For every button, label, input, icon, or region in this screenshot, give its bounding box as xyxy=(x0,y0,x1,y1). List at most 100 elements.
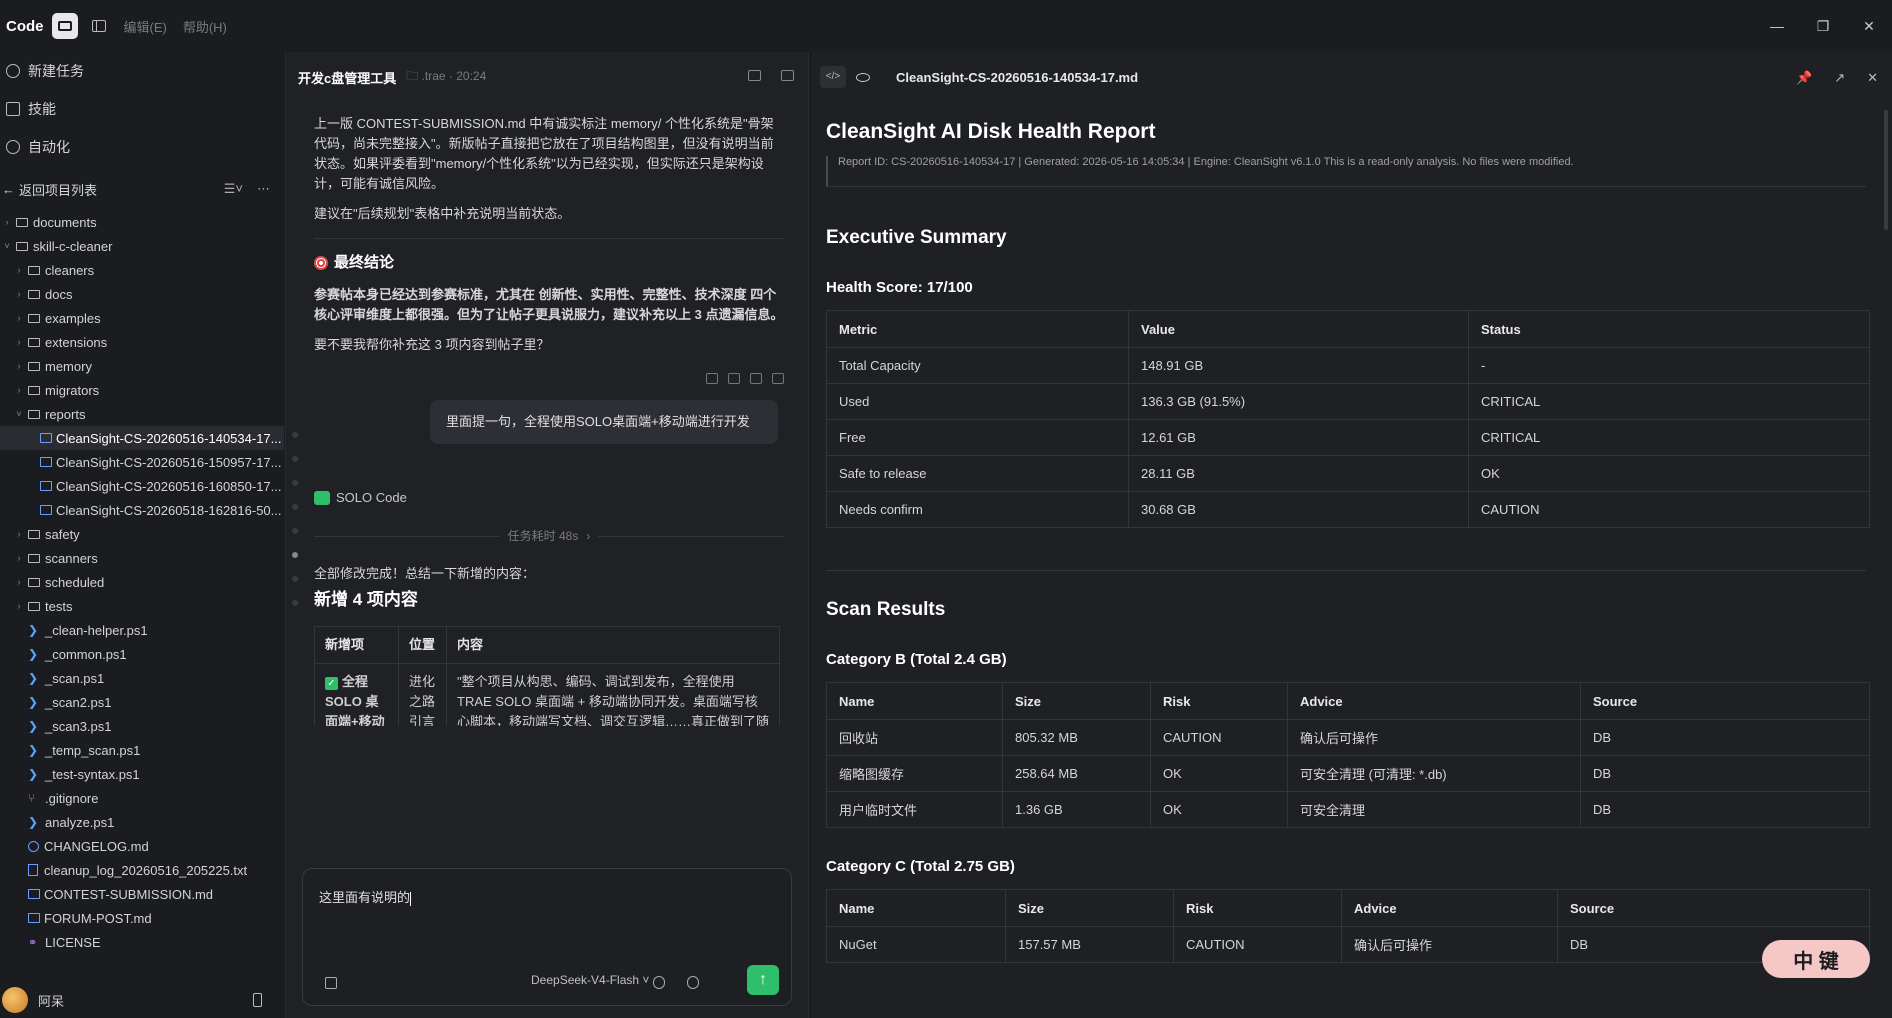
restore-icon[interactable]: ❐ xyxy=(1800,18,1846,35)
close-panel-icon[interactable]: ✕ xyxy=(1867,70,1878,86)
tree-file[interactable]: CleanSight-CS-20260516-150957-17... xyxy=(0,450,284,474)
tree-folder[interactable]: ˅ skill-c-cleaner xyxy=(0,234,284,258)
col-header: Advice xyxy=(1287,682,1581,720)
col-header: Risk xyxy=(1150,682,1288,720)
timeline-dot[interactable] xyxy=(292,456,298,462)
timeline-dot[interactable] xyxy=(292,504,298,510)
code-view-icon[interactable]: </> xyxy=(820,66,846,88)
close-icon[interactable]: ✕ xyxy=(1846,18,1892,35)
timeline-dot[interactable] xyxy=(292,480,298,486)
nav-new-task[interactable]: 新建任务 xyxy=(0,52,284,90)
tree-folder[interactable]: › examples xyxy=(0,306,284,330)
tree-item-label: CHANGELOG.md xyxy=(44,838,149,854)
tree-file[interactable]: ❯ _common.ps1 xyxy=(0,642,284,666)
nav-automation[interactable]: 自动化 xyxy=(0,128,284,166)
tree-folder[interactable]: › migrators xyxy=(0,378,284,402)
tree-folder[interactable]: › cleaners xyxy=(0,258,284,282)
task-duration[interactable]: 任务耗时 48s › xyxy=(314,526,784,546)
send-button[interactable]: ↑ xyxy=(747,965,779,995)
thumbs-up-icon[interactable] xyxy=(706,373,718,384)
divider xyxy=(314,238,784,239)
more-icon[interactable]: ⋯ xyxy=(257,181,270,197)
nav-label: 技能 xyxy=(28,101,56,117)
timeline-dot[interactable] xyxy=(292,576,298,582)
tree-file[interactable]: CleanSight-CS-20260518-162816-50... xyxy=(0,498,284,522)
nav-skills[interactable]: 技能 xyxy=(0,90,284,128)
powershell-file-icon: ❯ xyxy=(28,623,39,637)
message-actions xyxy=(314,373,784,384)
category-b-table: Name Size Risk Advice Source 回收站 805.32 MB CAUT… xyxy=(826,682,1870,828)
chat-input-box[interactable]: 这里面有说明的 DeepSeek-V4-Flash ˅ ↑ xyxy=(302,868,792,1006)
model-selector[interactable]: DeepSeek-V4-Flash ˅ xyxy=(531,973,649,987)
tree-item-label: _common.ps1 xyxy=(45,646,127,662)
tree-folder[interactable]: › tests xyxy=(0,594,284,618)
expand-icon[interactable]: ↗ xyxy=(1834,70,1845,86)
user-profile[interactable]: 阿呆 xyxy=(0,982,284,1018)
tree-file[interactable]: CleanSight-CS-20260516-160850-17... xyxy=(0,474,284,498)
mobile-icon[interactable] xyxy=(253,993,262,1007)
attach-icon[interactable] xyxy=(325,977,337,989)
scrollbar[interactable] xyxy=(1884,110,1888,230)
retry-icon[interactable] xyxy=(772,373,784,384)
terminal-icon[interactable] xyxy=(748,70,761,81)
tree-file[interactable]: ❯ _scan3.ps1 xyxy=(0,714,284,738)
tree-file[interactable]: ⚭ LICENSE xyxy=(0,930,284,954)
tree-file[interactable]: CHANGELOG.md xyxy=(0,834,284,858)
tree-file[interactable]: CONTEST-SUBMISSION.md xyxy=(0,882,284,906)
pin-icon[interactable]: 📌 xyxy=(1796,70,1812,86)
markdown-file-icon xyxy=(40,505,52,515)
chevron-down-icon: ˅ xyxy=(642,973,650,987)
menu-help[interactable]: 帮助(H) xyxy=(183,17,227,36)
tree-file[interactable]: ⑂ .gitignore xyxy=(0,786,284,810)
list-icon[interactable] xyxy=(781,70,794,81)
tree-file[interactable]: ❯ _scan2.ps1 xyxy=(0,690,284,714)
timeline-dot[interactable] xyxy=(292,528,298,534)
tree-file[interactable]: ❯ _temp_scan.ps1 xyxy=(0,738,284,762)
tree-file[interactable]: ❯ _scan.ps1 xyxy=(0,666,284,690)
tree-file[interactable]: FORUM-POST.md xyxy=(0,906,284,930)
new-items-table-wrap: 新增项 位置 内容 ✓全程 SOLO 桌面端+移动端开发 进化之路引言 "整个项… xyxy=(314,626,784,726)
powershell-file-icon: ❯ xyxy=(28,743,39,757)
minimize-icon[interactable]: — xyxy=(1754,18,1800,34)
table-row: 回收站 805.32 MB CAUTION 确认后可操作 DB xyxy=(826,719,1870,756)
ime-badge[interactable]: 中 键 xyxy=(1762,940,1870,978)
col-header: Status xyxy=(1468,310,1870,348)
tree-item-label: cleaners xyxy=(45,262,95,278)
table-cell: 148.91 GB xyxy=(1128,347,1469,384)
table-cell: 30.68 GB xyxy=(1128,491,1469,528)
tree-view-options-icon[interactable]: ☰˅ xyxy=(224,181,243,197)
tree-file[interactable]: CleanSight-CS-20260516-140534-17... xyxy=(0,426,284,450)
timeline-dot[interactable] xyxy=(292,552,298,558)
table-cell: DB xyxy=(1580,755,1870,792)
tree-folder[interactable]: › extensions xyxy=(0,330,284,354)
chat-input[interactable]: 这里面有说明的 xyxy=(319,887,412,906)
powershell-file-icon: ❯ xyxy=(28,647,39,661)
toggle-sidebar-icon[interactable] xyxy=(91,20,106,32)
menu-edit[interactable]: 编辑(E) xyxy=(124,17,167,36)
preview-eye-icon[interactable] xyxy=(856,72,870,82)
tree-folder[interactable]: › memory xyxy=(0,354,284,378)
tree-file[interactable]: ❯ analyze.ps1 xyxy=(0,810,284,834)
timeline-dot[interactable] xyxy=(292,600,298,606)
category-c-table: Name Size Risk Advice Source NuGet 157.57 MB CA… xyxy=(826,889,1870,963)
tree-item-label: _scan.ps1 xyxy=(45,670,105,686)
thumbs-down-icon[interactable] xyxy=(728,373,740,384)
tree-folder[interactable]: › scanners xyxy=(0,546,284,570)
microphone-icon[interactable] xyxy=(687,976,699,989)
tree-folder[interactable]: › documents xyxy=(0,210,284,234)
back-to-projects[interactable]: ← 返回项目列表 ☰˅ ⋯ xyxy=(0,174,284,204)
timeline-dot[interactable] xyxy=(292,432,298,438)
col-header: Name xyxy=(826,889,1006,927)
tree-item-label: scanners xyxy=(45,550,98,566)
copy-icon[interactable] xyxy=(750,373,762,384)
solo-mode-icon[interactable] xyxy=(51,13,78,39)
tree-folder[interactable]: › scheduled xyxy=(0,570,284,594)
tree-folder[interactable]: ˅ reports xyxy=(0,402,284,426)
tree-item-label: CleanSight-CS-20260516-150957-17... xyxy=(56,454,282,470)
tree-folder[interactable]: › docs xyxy=(0,282,284,306)
tree-folder[interactable]: › safety xyxy=(0,522,284,546)
tree-file[interactable]: ❯ _test-syntax.ps1 xyxy=(0,762,284,786)
tree-file[interactable]: ❯ _clean-helper.ps1 xyxy=(0,618,284,642)
context-icon[interactable] xyxy=(653,976,665,989)
tree-file[interactable]: cleanup_log_20260516_205225.txt xyxy=(0,858,284,882)
